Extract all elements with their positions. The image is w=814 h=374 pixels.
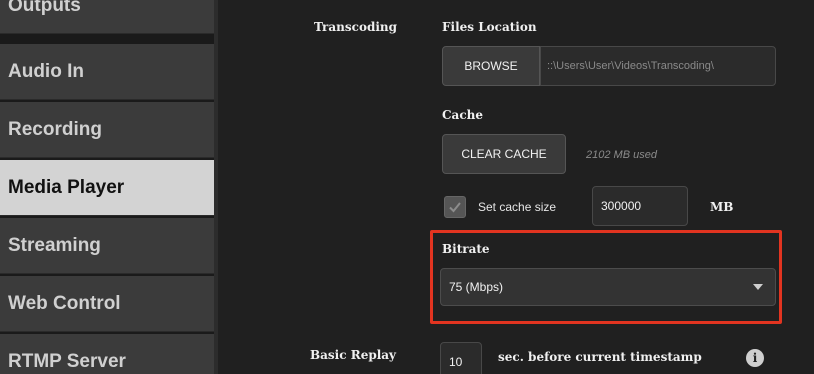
- sidebar-item-label: Recording: [8, 118, 102, 140]
- basic-replay-section-label: Basic Replay: [310, 348, 397, 362]
- sidebar-item-label: Web Control: [8, 292, 121, 314]
- sidebar-item-outputs[interactable]: Outputs: [0, 0, 214, 34]
- bitrate-selected-value: 75 (Mbps): [449, 280, 504, 294]
- files-location-path-field[interactable]: ::\Users\User\Videos\Transcoding\: [540, 46, 776, 86]
- sidebar-item-label: Media Player: [8, 176, 125, 198]
- replay-seconds-label: sec. before current timestamp: [498, 350, 702, 364]
- checkmark-icon: [449, 202, 461, 213]
- cache-size-unit: MB: [710, 200, 734, 214]
- cache-used-text: 2102 MB used: [586, 149, 657, 161]
- settings-sidebar: Outputs Audio In Recording Media Player …: [0, 0, 214, 374]
- cache-label: Cache: [442, 108, 483, 122]
- bitrate-label: Bitrate: [442, 242, 490, 256]
- set-cache-size-checkbox[interactable]: [444, 196, 466, 218]
- sidebar-item-label: Outputs: [8, 0, 81, 16]
- media-player-settings-panel: Transcoding Files Location BROWSE ::\Use…: [218, 0, 814, 374]
- sidebar-item-label: Streaming: [8, 234, 101, 256]
- browse-button[interactable]: BROWSE: [442, 46, 540, 86]
- set-cache-size-label: Set cache size: [478, 200, 557, 214]
- clear-cache-button[interactable]: CLEAR CACHE: [442, 134, 566, 174]
- sidebar-item-web-control[interactable]: Web Control: [0, 276, 214, 332]
- sidebar-item-rtmp-server[interactable]: RTMP Server: [0, 334, 214, 374]
- replay-seconds-input[interactable]: 10: [440, 342, 482, 374]
- cache-size-input[interactable]: 300000: [592, 186, 688, 226]
- sidebar-item-streaming[interactable]: Streaming: [0, 218, 214, 274]
- transcoding-section-label: Transcoding: [314, 20, 398, 34]
- files-location-label: Files Location: [442, 20, 537, 34]
- sidebar-item-recording[interactable]: Recording: [0, 102, 214, 158]
- sidebar-item-media-player[interactable]: Media Player: [0, 160, 214, 216]
- bitrate-select[interactable]: 75 (Mbps): [440, 268, 776, 306]
- sidebar-item-label: Audio In: [8, 60, 84, 82]
- chevron-down-icon: [753, 284, 763, 290]
- sidebar-item-label: RTMP Server: [8, 350, 126, 372]
- info-icon[interactable]: i: [746, 349, 764, 367]
- sidebar-item-audio-in[interactable]: Audio In: [0, 44, 214, 100]
